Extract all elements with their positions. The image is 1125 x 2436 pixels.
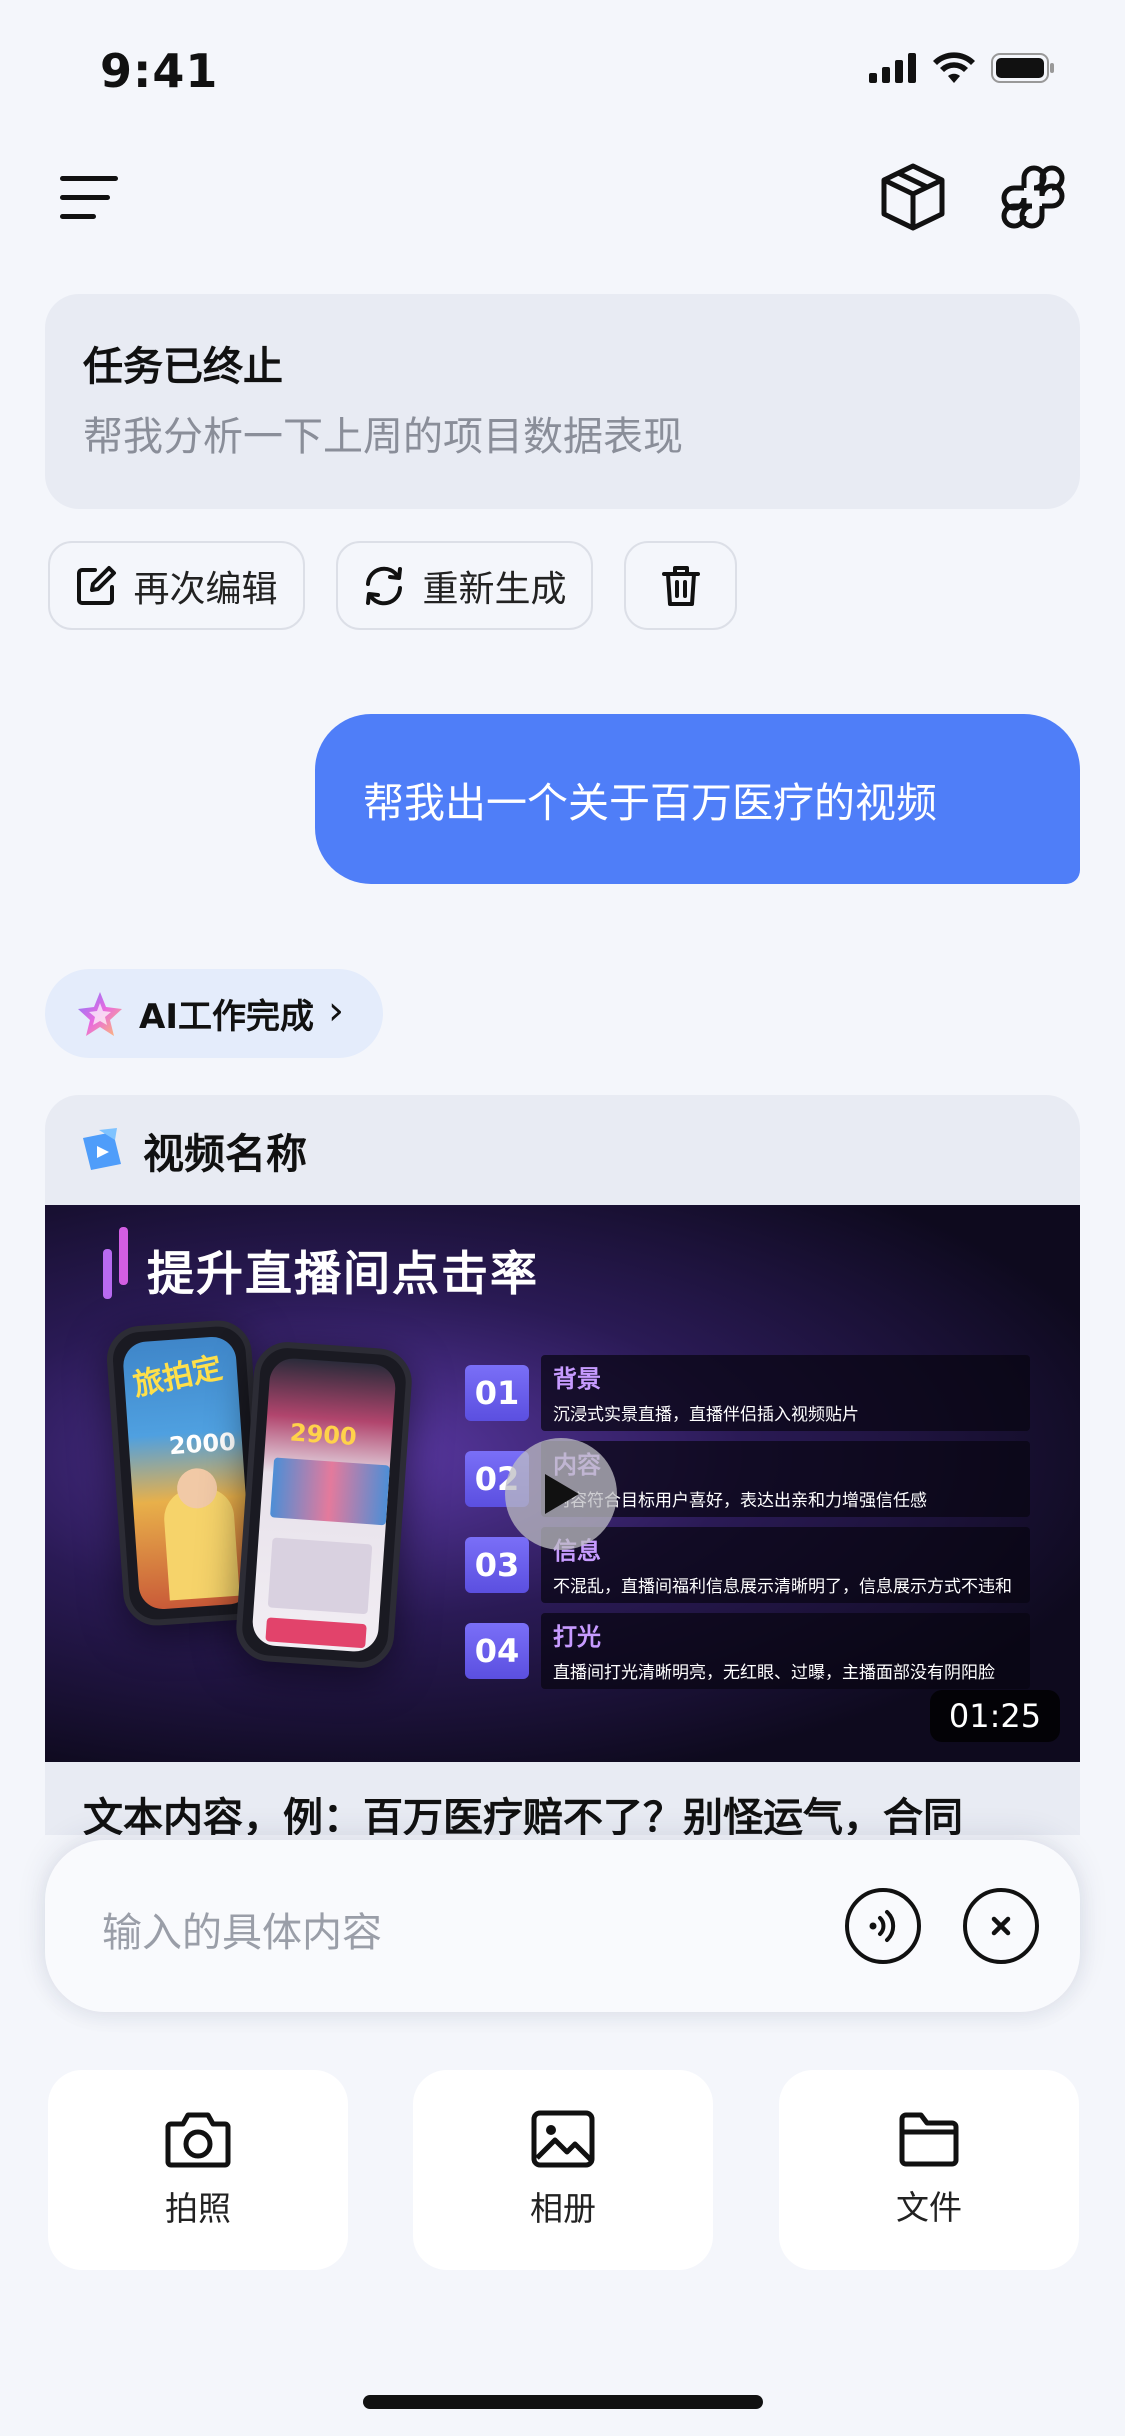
video-title: 视频名称 — [143, 1130, 307, 1178]
thumbnail-headline: 提升直播间点击率 — [147, 1247, 539, 1302]
home-indicator — [363, 2395, 763, 2409]
point-number: 04 — [465, 1623, 529, 1679]
phone-mockup-2: 2900 — [234, 1339, 414, 1671]
phone1-headline: 旅拍定 — [130, 1350, 226, 1404]
close-button[interactable] — [963, 1888, 1039, 1964]
user-message-bubble: 帮我出一个关于百万医疗的视频 — [315, 714, 1080, 884]
point-heading: 信息 — [553, 1537, 601, 1565]
trash-icon — [661, 565, 700, 606]
chevron-right-icon: › — [327, 987, 344, 1034]
point-description: 内容符合目标用户喜好，表达出亲和力增强信任感 — [553, 1491, 927, 1511]
wifi-icon — [933, 52, 975, 83]
chat-input-bar: 输入的具体内容 — [45, 1840, 1080, 2012]
point-description: 直播间打光清晰明亮，无红眼、过曝，主播面部没有阴阳脸 — [553, 1663, 995, 1683]
point-description: 不混乱，直播间福利信息展示清晰明了，信息展示方式不违和 — [553, 1577, 1012, 1597]
title-accent-bar — [103, 1249, 112, 1299]
regenerate-button[interactable]: 重新生成 — [336, 541, 593, 630]
play-icon — [545, 1474, 579, 1514]
point-row: 04 打光 直播间打光清晰明亮，无红眼、过曝，主播面部没有阴阳脸 — [465, 1613, 1030, 1689]
ai-done-chip[interactable]: AI工作完成 › — [45, 969, 383, 1058]
terminated-task-card: 任务已终止 帮我分析一下上周的项目数据表现 — [45, 294, 1080, 509]
cube-button[interactable] — [880, 162, 946, 232]
video-card[interactable]: 视频名称 提升直播间点击率 旅拍定 2000 2900 01 背景 沉浸式实景直… — [45, 1095, 1080, 1835]
ai-done-label: AI工作完成 — [139, 997, 314, 1037]
video-card-header: 视频名称 — [45, 1095, 1080, 1205]
album-label: 相册 — [530, 2189, 596, 2228]
status-time: 9:41 — [100, 44, 219, 98]
edit-again-button[interactable]: 再次编辑 — [48, 541, 305, 630]
video-text-preview: 文本内容，例：百万医疗赔不了？别怪运气，合同 — [83, 1795, 963, 1835]
regenerate-label: 重新生成 — [422, 568, 567, 610]
file-tile[interactable]: 文件 — [779, 2070, 1079, 2270]
edit-again-label: 再次编辑 — [133, 568, 278, 610]
ai-star-icon — [78, 991, 122, 1036]
title-accent-bar — [119, 1227, 128, 1285]
point-description: 沉浸式实景直播，直播伴侣插入视频贴片 — [553, 1405, 859, 1425]
play-button[interactable] — [505, 1438, 617, 1550]
chat-input[interactable]: 输入的具体内容 — [102, 1900, 382, 1958]
point-heading: 背景 — [553, 1365, 601, 1393]
close-icon — [991, 1916, 1011, 1936]
point-heading: 内容 — [553, 1445, 1018, 1480]
menu-button[interactable] — [58, 172, 122, 224]
image-icon — [531, 2110, 595, 2168]
knot-button[interactable] — [998, 162, 1068, 232]
edit-icon — [77, 565, 117, 605]
point-heading: 打光 — [553, 1623, 601, 1651]
task-query: 帮我分析一下上周的项目数据表现 — [83, 414, 683, 460]
voice-button[interactable] — [845, 1888, 921, 1964]
camera-tile[interactable]: 拍照 — [48, 2070, 348, 2270]
phone2-price: 2900 — [289, 1418, 358, 1452]
point-row: 01 背景 沉浸式实景直播，直播伴侣插入视频贴片 — [465, 1355, 1030, 1431]
refresh-icon — [366, 566, 403, 605]
file-label: 文件 — [896, 2188, 962, 2227]
point-number: 01 — [465, 1365, 529, 1421]
menu-icon — [60, 176, 118, 219]
video-duration: 01:25 — [930, 1690, 1060, 1742]
battery-icon — [991, 53, 1054, 83]
folder-icon — [899, 2112, 959, 2167]
cube-icon — [881, 163, 945, 231]
phone1-price: 2000 — [168, 1427, 237, 1461]
signal-icon — [869, 53, 916, 83]
point-number: 03 — [465, 1537, 529, 1593]
delete-button[interactable] — [624, 541, 737, 630]
video-app-icon — [83, 1128, 121, 1170]
status-icons — [869, 52, 1055, 84]
album-tile[interactable]: 相册 — [413, 2070, 713, 2270]
camera-label: 拍照 — [165, 2189, 231, 2228]
task-status: 任务已终止 — [83, 344, 283, 390]
video-thumbnail[interactable]: 提升直播间点击率 旅拍定 2000 2900 01 背景 沉浸式实景直播，直播伴… — [45, 1205, 1080, 1762]
voice-icon — [869, 1910, 896, 1942]
camera-icon — [165, 2112, 231, 2168]
user-message-text: 帮我出一个关于百万医疗的视频 — [363, 779, 937, 827]
knot-icon — [1001, 165, 1065, 229]
